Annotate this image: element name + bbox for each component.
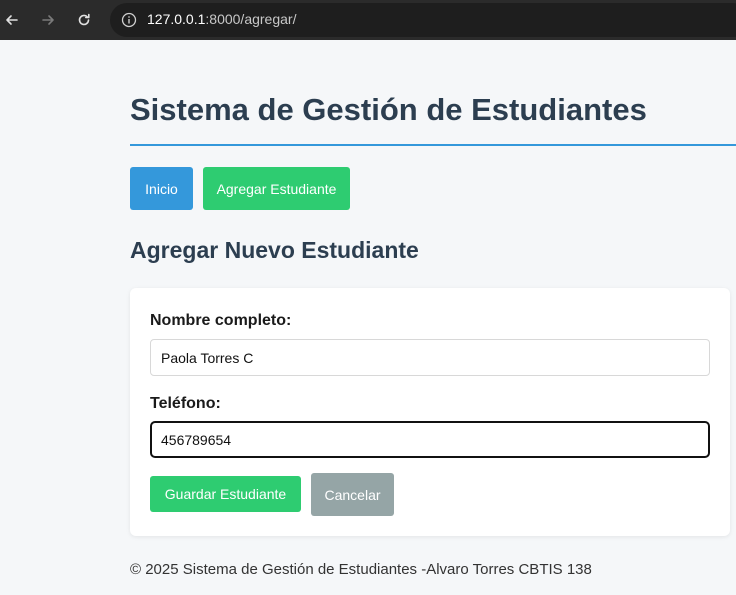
home-button[interactable]: Inicio bbox=[130, 167, 193, 210]
title-divider bbox=[130, 144, 736, 146]
page-title: Sistema de Gestión de Estudiantes bbox=[130, 92, 647, 127]
url-text: 127.0.0.1:8000/agregar/ bbox=[147, 11, 296, 27]
address-bar[interactable]: 127.0.0.1:8000/agregar/ bbox=[110, 3, 736, 37]
cancel-button[interactable]: Cancelar bbox=[311, 473, 394, 516]
reload-icon bbox=[78, 13, 90, 26]
form-section-title: Agregar Nuevo Estudiante bbox=[130, 237, 419, 263]
url-host: 127.0.0.1 bbox=[147, 11, 206, 27]
save-student-button[interactable]: Guardar Estudiante bbox=[150, 476, 301, 512]
forward-arrow-icon bbox=[42, 15, 54, 25]
page-footer: © 2025 Sistema de Gestión de Estudiantes… bbox=[130, 561, 592, 578]
browser-toolbar: 127.0.0.1:8000/agregar/ bbox=[0, 0, 736, 40]
url-path: :8000/agregar/ bbox=[205, 11, 297, 27]
info-icon[interactable] bbox=[121, 12, 137, 28]
student-form-card: Nombre completo: Teléfono: Guardar Estud… bbox=[130, 288, 730, 536]
forward-button[interactable] bbox=[36, 8, 60, 32]
reload-button[interactable] bbox=[72, 8, 96, 32]
name-input[interactable] bbox=[150, 339, 710, 376]
phone-input[interactable] bbox=[150, 421, 710, 458]
add-student-button[interactable]: Agregar Estudiante bbox=[203, 167, 350, 210]
name-label: Nombre completo: bbox=[150, 312, 292, 329]
back-arrow-icon bbox=[6, 15, 18, 25]
phone-label: Teléfono: bbox=[150, 395, 221, 412]
back-button[interactable] bbox=[0, 8, 24, 32]
